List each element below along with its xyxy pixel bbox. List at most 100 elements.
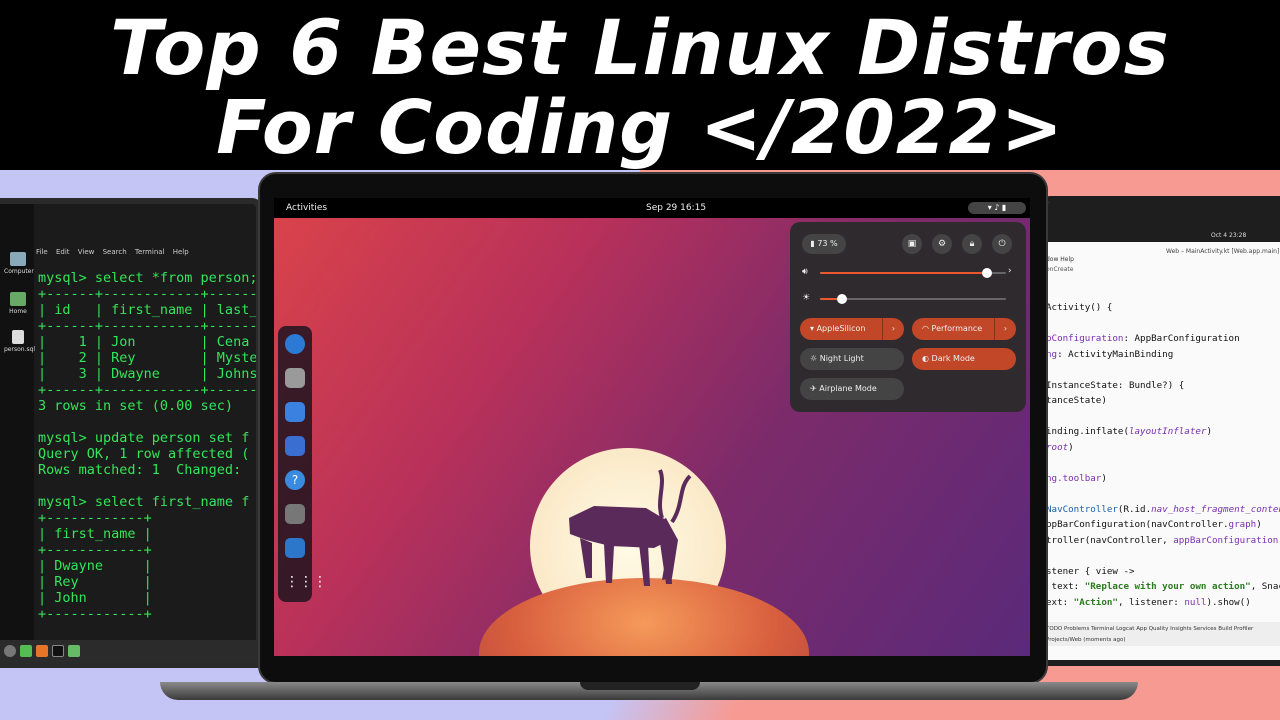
terminal-line: mysql> select *from person; <box>38 270 258 286</box>
terminal-output[interactable]: mysql> select *from person; +------+-----… <box>38 270 258 622</box>
volume-icon: ♪ <box>994 203 1000 212</box>
dark-mode-tile[interactable]: ◐ Dark Mode <box>912 348 1016 370</box>
wifi-tile-label: AppleSilicon <box>816 324 866 333</box>
terminal-line: mysql> select first_name f <box>38 494 250 510</box>
left-laptop-screen: Computer Home person.sql File Edit View … <box>0 198 262 668</box>
power-icon[interactable]: ⏻ <box>992 234 1012 254</box>
desktop-icon-label: person.sql <box>4 346 36 353</box>
terminal-icon[interactable] <box>52 645 64 657</box>
chevron-right-icon[interactable]: › <box>1008 266 1012 276</box>
desktop-icon-label: Computer <box>4 268 34 275</box>
firefox-icon[interactable] <box>36 645 48 657</box>
folder-icon[interactable] <box>20 645 32 657</box>
menu-search[interactable]: Search <box>103 248 127 256</box>
brightness-track[interactable] <box>820 294 1006 304</box>
folder-icon <box>10 292 26 306</box>
airplane-mode-label: Airplane Mode <box>819 384 877 393</box>
wifi-icon: ▾ <box>987 203 992 212</box>
trash-icon[interactable] <box>285 538 305 558</box>
app-grid-icon[interactable]: ⋮⋮⋮ <box>285 572 327 592</box>
night-light-tile[interactable]: ☼ Night Light <box>800 348 904 370</box>
headline-line-2: For Coding </2022> <box>216 85 1064 171</box>
menu-file[interactable]: File <box>36 248 48 256</box>
battery-percent: 73 % <box>817 239 838 248</box>
laptop-notch <box>580 682 700 690</box>
terminal-line: 3 rows in set (0.00 sec) <box>38 398 234 414</box>
gnome-top-bar: Activities Sep 29 16:15 ▾ ♪ ▮ <box>274 198 1030 218</box>
airplane-mode-tile[interactable]: ✈ Airplane Mode <box>800 378 904 400</box>
computer-icon <box>10 252 26 266</box>
quick-settings-panel: ▮ 73 % ▣ ⚙ 🔒︎ ⏻ 🔊︎ › ☀ ▾ AppleSilicon › … <box>790 222 1026 412</box>
dark-mode-label: Dark Mode <box>931 354 975 363</box>
menu-help[interactable]: Help <box>173 248 189 256</box>
taskbar <box>0 640 256 662</box>
ide-clock: Oct 4 23:28 <box>1211 232 1247 239</box>
terminal-line: | John | <box>38 590 152 606</box>
files-icon[interactable] <box>285 368 305 388</box>
help-icon[interactable]: ? <box>285 470 305 490</box>
desktop-icon-column: Computer Home person.sql <box>0 204 36 662</box>
night-light-label: Night Light <box>819 354 864 363</box>
dash-dock: ? ⋮⋮⋮ <box>278 326 327 602</box>
terminal-line: | 2 | Rey | Myste <box>38 350 258 366</box>
menu-terminal[interactable]: Terminal <box>135 248 165 256</box>
disc-icon[interactable] <box>285 504 305 524</box>
top-bar-clock[interactable]: Sep 29 16:15 <box>646 203 706 213</box>
terminal-line: | 1 | Jon | Cena <box>38 334 250 350</box>
brightness-slider[interactable]: ☀ <box>802 292 1014 306</box>
ide-tool-tabs[interactable]: TODO Problems Terminal Logcat App Qualit… <box>1046 624 1280 635</box>
airplane-icon: ✈ <box>810 384 817 393</box>
system-indicators[interactable]: ▾ ♪ ▮ <box>968 202 1026 214</box>
battery-status[interactable]: ▮ 73 % <box>802 234 846 254</box>
lock-icon[interactable]: 🔒︎ <box>962 234 982 254</box>
ide-menu[interactable]: dow Help <box>1046 256 1074 263</box>
desktop-icon-label: Home <box>9 308 27 315</box>
settings-icon[interactable]: ⚙ <box>932 234 952 254</box>
desktop-icon-sql-file[interactable]: person.sql <box>4 330 36 353</box>
ide-breadcrumb[interactable]: onCreate <box>1046 266 1073 273</box>
terminal-menubar: File Edit View Search Terminal Help <box>36 248 195 256</box>
screenshot-icon[interactable]: ▣ <box>902 234 922 254</box>
battery-icon: ▮ <box>1001 203 1007 212</box>
wifi-tile[interactable]: ▾ AppleSilicon › <box>800 318 904 340</box>
terminal-line: +------+------------+------ <box>38 318 258 334</box>
terminal-line: Query OK, 1 row affected ( <box>38 446 250 462</box>
chevron-right-icon[interactable]: › <box>994 318 1016 340</box>
headline-line-1: Top 6 Best Linux Distros <box>110 3 1170 92</box>
volume-knob[interactable] <box>982 268 993 278</box>
thunderbird-icon[interactable] <box>285 402 305 422</box>
code-editor[interactable]: Activity() { pConfiguration: AppBarConfi… <box>1046 300 1280 660</box>
terminal-line: Rows matched: 1 Changed: <box>38 462 242 478</box>
power-mode-tile[interactable]: ◠ Performance › <box>912 318 1016 340</box>
chrome-icon[interactable] <box>285 334 305 354</box>
speaker-icon: 🔊︎ <box>802 267 808 277</box>
power-mode-icon: ◠ <box>922 324 929 333</box>
right-laptop-screen: Oct 4 23:28 Web – MainActivity.kt [Web.a… <box>1040 196 1280 666</box>
brightness-icon: ☀ <box>802 293 811 303</box>
chevron-right-icon[interactable]: › <box>882 318 904 340</box>
terminal-line: | Rey | <box>38 574 152 590</box>
terminal-line: | first_name | <box>38 526 152 542</box>
volume-track[interactable] <box>820 268 1006 278</box>
terminal-line: +------------+ <box>38 606 152 622</box>
terminal-line: | 3 | Dwayne | Johns <box>38 366 258 382</box>
terminal-line: mysql> update person set f <box>38 430 250 446</box>
terminal-line: +------------+ <box>38 510 152 526</box>
volume-slider[interactable]: 🔊︎ › <box>802 266 1014 280</box>
desktop-icon-home[interactable]: Home <box>4 292 32 315</box>
terminal-line: +------+------------+------ <box>38 286 258 302</box>
dark-mode-icon: ◐ <box>922 354 929 363</box>
file-icon <box>12 330 24 344</box>
volume-fill <box>820 272 988 274</box>
activities-button[interactable]: Activities <box>286 203 327 213</box>
brightness-knob[interactable] <box>837 294 848 304</box>
writer-icon[interactable] <box>285 436 305 456</box>
start-menu-icon[interactable] <box>4 645 16 657</box>
menu-view[interactable]: View <box>78 248 95 256</box>
menu-edit[interactable]: Edit <box>56 248 70 256</box>
files-icon[interactable] <box>68 645 80 657</box>
ide-status-path: Projects/Web (moments ago) <box>1046 637 1126 643</box>
desktop-icon-computer[interactable]: Computer <box>4 252 34 275</box>
ide-window-title: Web – MainActivity.kt [Web.app.main] <box>1166 248 1280 255</box>
